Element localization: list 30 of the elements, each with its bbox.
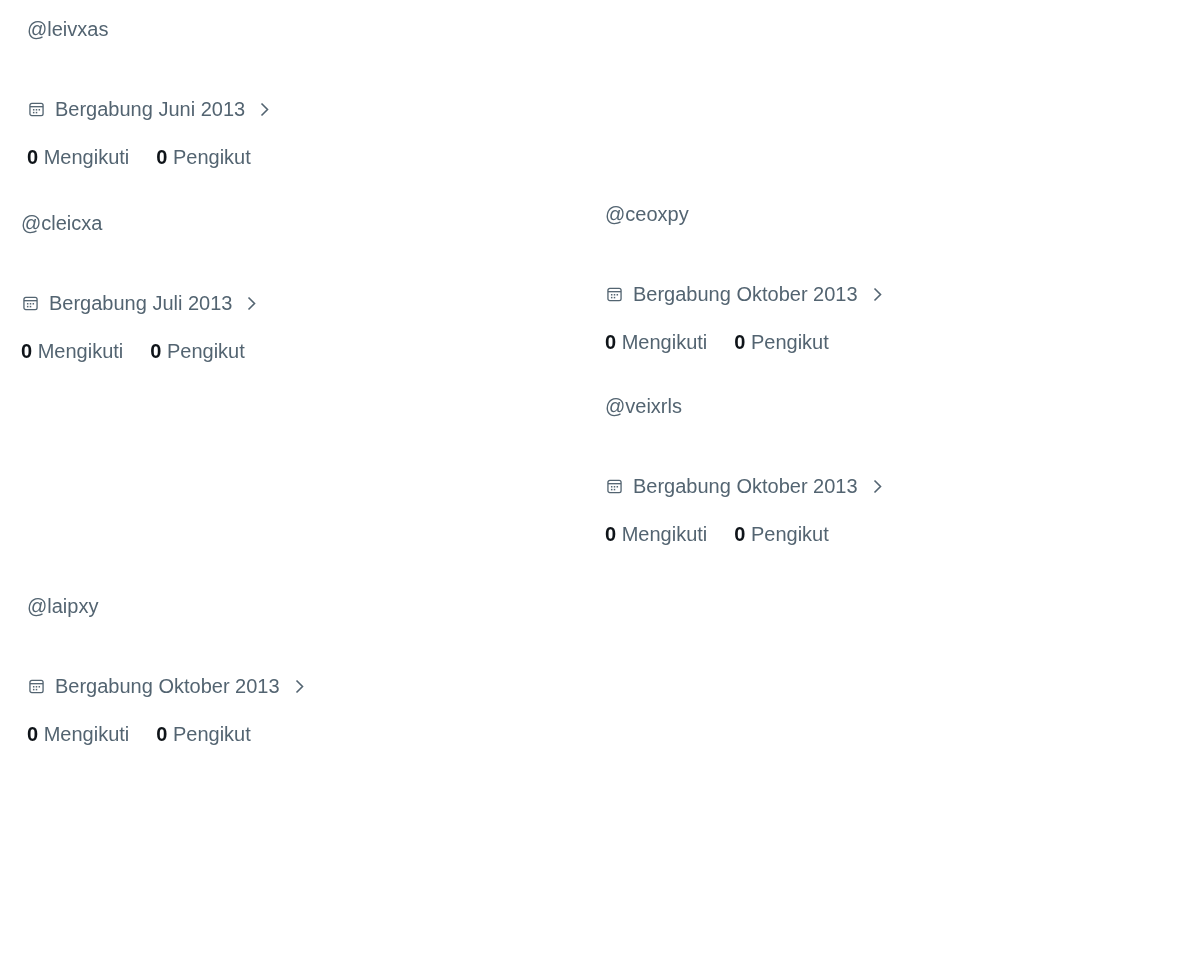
following-link[interactable]: 0 Mengikuti (605, 522, 708, 546)
joined-date-button[interactable]: Bergabung Juni 2013 (27, 97, 270, 121)
followers-link[interactable]: 0 Pengikut (156, 722, 251, 746)
username-handle: @ceoxpy (605, 202, 689, 226)
following-link[interactable]: 0 Mengikuti (27, 722, 130, 746)
chevron-right-icon (872, 478, 882, 494)
joined-date-button[interactable]: Bergabung Oktober 2013 (605, 282, 882, 306)
following-link[interactable]: 0 Mengikuti (605, 330, 708, 354)
joined-date-button[interactable]: Bergabung Oktober 2013 (605, 474, 882, 498)
username-handle: @veixrls (605, 394, 682, 418)
username-handle: @leivxas (27, 17, 109, 41)
calendar-icon (607, 286, 622, 302)
chevron-right-icon (294, 678, 304, 694)
username-handle: @cleicxa (21, 211, 103, 235)
chevron-right-icon (260, 101, 270, 117)
username-handle: @laipxy (27, 594, 99, 618)
calendar-icon (29, 101, 44, 117)
followers-link[interactable]: 0 Pengikut (734, 522, 829, 546)
calendar-icon (23, 295, 38, 311)
chevron-right-icon (247, 295, 257, 311)
calendar-icon (29, 678, 44, 694)
followers-link[interactable]: 0 Pengikut (734, 330, 829, 354)
joined-date-button[interactable]: Bergabung Juli 2013 (21, 291, 257, 315)
following-link[interactable]: 0 Mengikuti (21, 339, 124, 363)
calendar-icon (607, 478, 622, 494)
chevron-right-icon (872, 286, 882, 302)
followers-link[interactable]: 0 Pengikut (156, 145, 251, 169)
following-link[interactable]: 0 Mengikuti (27, 145, 130, 169)
followers-link[interactable]: 0 Pengikut (150, 339, 245, 363)
joined-date-button[interactable]: Bergabung Oktober 2013 (27, 674, 304, 698)
